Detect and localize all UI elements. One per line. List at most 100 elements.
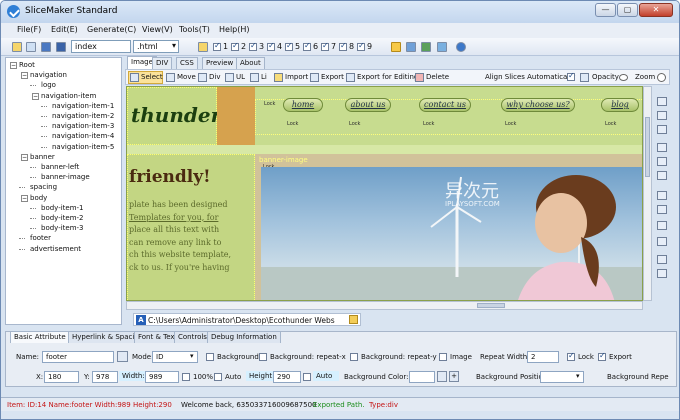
tree-item-navigation-item-3[interactable]: navigation-item-3	[52, 122, 114, 130]
tab-about[interactable]: About	[236, 57, 265, 69]
delete-button[interactable]: Delete	[426, 73, 449, 81]
align-middle-icon[interactable]	[657, 111, 667, 120]
save-as-icon[interactable]	[56, 42, 66, 52]
stack-icon[interactable]	[657, 255, 667, 264]
bg-color-input[interactable]	[409, 371, 435, 383]
lock-checkbox[interactable]	[567, 351, 575, 361]
save-icon[interactable]	[41, 42, 51, 52]
maximize-button[interactable]: ▢	[617, 3, 638, 17]
align-bottom-icon[interactable]	[657, 125, 667, 134]
checkbox-7[interactable]	[321, 41, 329, 51]
menu-generate[interactable]: Generate(C)	[87, 25, 136, 34]
tree-collapse-icon[interactable]: −	[21, 72, 28, 80]
tree-collapse-icon[interactable]: −	[10, 62, 17, 69]
tree-item-banner-image[interactable]: banner-image	[41, 173, 90, 181]
name-input[interactable]: footer	[42, 351, 114, 363]
tree-item-navigation-item-4[interactable]: navigation-item-4	[52, 132, 114, 140]
checkbox-6[interactable]	[303, 41, 311, 51]
tab-div[interactable]: DIV	[152, 57, 173, 69]
tree-item-navigation-item-2[interactable]: navigation-item-2	[52, 112, 114, 120]
tree-item-navigation-item-1[interactable]: navigation-item-1	[52, 102, 114, 110]
div-tool[interactable]: Div	[209, 73, 220, 81]
export-button[interactable]: Export	[321, 73, 344, 81]
preview-icon[interactable]	[437, 42, 447, 52]
tree-item-banner-left[interactable]: banner-left	[41, 163, 79, 171]
banner-image[interactable]: 异次元 IPLAYSOFT.COM	[261, 167, 642, 300]
tree-item-Root[interactable]: Root	[19, 61, 35, 69]
percent-checkbox[interactable]	[182, 373, 190, 381]
tree-item-body-item-3[interactable]: body-item-3	[41, 224, 84, 232]
tab-debug-information[interactable]: Debug Information	[207, 331, 281, 343]
group-icon[interactable]	[657, 221, 667, 230]
bg-repeat-y-checkbox[interactable]	[350, 353, 358, 361]
height-input[interactable]: 290	[273, 371, 301, 383]
tree-collapse-icon[interactable]: −	[32, 92, 39, 100]
split-icon[interactable]	[657, 205, 667, 214]
bg-position-dropdown-icon[interactable]: ▾	[576, 372, 580, 380]
checkbox-2[interactable]	[231, 41, 239, 51]
open-folder-icon[interactable]	[12, 42, 22, 52]
tree-item-navigation-item-5[interactable]: navigation-item-5	[52, 143, 114, 151]
checkbox-3[interactable]	[249, 41, 257, 51]
tree-item-logo[interactable]: logo	[41, 81, 56, 89]
tree-item-banner[interactable]: banner	[30, 153, 55, 161]
tree-item-navigation[interactable]: navigation	[30, 71, 67, 79]
mode-dropdown-icon[interactable]: ▾	[190, 352, 194, 360]
menu-edit[interactable]: Edit(E)	[51, 25, 78, 34]
zoom-control[interactable]	[657, 73, 666, 82]
checkbox-9[interactable]	[357, 41, 365, 51]
ul-tool[interactable]: UL	[236, 73, 245, 81]
li-tool[interactable]: Li	[261, 73, 267, 81]
tree-item-body-item-2[interactable]: body-item-2	[41, 214, 84, 222]
opacity-slider[interactable]	[619, 74, 628, 81]
color-picker-button[interactable]	[437, 371, 447, 382]
background-checkbox[interactable]	[206, 353, 214, 361]
tree-item-footer[interactable]: footer	[30, 234, 51, 242]
align-left-icon[interactable]	[657, 157, 667, 166]
checkbox-5[interactable]	[285, 41, 293, 51]
layers-icon[interactable]	[657, 269, 667, 278]
tab-css[interactable]: CSS	[176, 57, 198, 69]
tree-item-navigation-item[interactable]: navigation-item	[41, 92, 96, 100]
image-checkbox[interactable]	[439, 353, 447, 361]
browse-folder-icon[interactable]	[349, 315, 358, 324]
nav-button-why[interactable]: why choose us?	[501, 98, 575, 112]
folder-icon[interactable]	[198, 42, 208, 52]
new-file-icon[interactable]	[26, 42, 36, 52]
hscroll-thumb[interactable]	[477, 303, 505, 308]
tree-collapse-icon[interactable]: −	[21, 194, 28, 202]
checkbox-1[interactable]	[213, 41, 221, 51]
menu-tools[interactable]: Tools(T)	[179, 25, 210, 34]
extension-select[interactable]: .html	[133, 40, 179, 53]
vscroll-thumb[interactable]	[645, 117, 650, 177]
checkbox-4[interactable]	[267, 41, 275, 51]
tab-preview[interactable]: Preview	[202, 57, 238, 69]
help-icon[interactable]	[456, 42, 466, 52]
image-icon[interactable]	[421, 42, 431, 52]
width-input[interactable]: 989	[145, 371, 179, 383]
tab-controls[interactable]: Controls	[174, 331, 211, 343]
import-button[interactable]: Import	[285, 73, 308, 81]
export-editing-button[interactable]: Export for Editing	[357, 73, 418, 81]
path-bar[interactable]: A C:\Users\Administrator\Desktop\Ecothun…	[133, 313, 361, 326]
align-top-icon[interactable]	[657, 97, 667, 106]
canvas-vertical-scrollbar[interactable]	[643, 86, 652, 301]
height-auto-checkbox[interactable]	[303, 373, 311, 381]
minimize-button[interactable]: —	[595, 3, 616, 17]
repeat-width-input[interactable]: 2	[527, 351, 559, 363]
align-right-icon[interactable]	[657, 171, 667, 180]
tree-item-body-item-1[interactable]: body-item-1	[41, 204, 84, 212]
bg-repeat-x-checkbox[interactable]	[259, 353, 267, 361]
color-add-button[interactable]: +	[449, 371, 459, 382]
tree-item-advertisement[interactable]: advertisement	[30, 245, 81, 253]
nav-button-contact[interactable]: contact us	[419, 98, 471, 112]
checkbox-8[interactable]	[339, 41, 347, 51]
name-edit-button[interactable]	[117, 351, 128, 362]
width-auto-checkbox[interactable]	[214, 373, 222, 381]
tab-basic-attribute[interactable]: Basic Attribute	[10, 331, 70, 343]
close-button[interactable]: ✕	[639, 3, 673, 17]
menu-help[interactable]: Help(H)	[219, 25, 250, 34]
move-tool[interactable]: Move	[177, 73, 196, 81]
canvas-horizontal-scrollbar[interactable]	[126, 301, 643, 310]
select-tool[interactable]: Select	[141, 73, 163, 81]
